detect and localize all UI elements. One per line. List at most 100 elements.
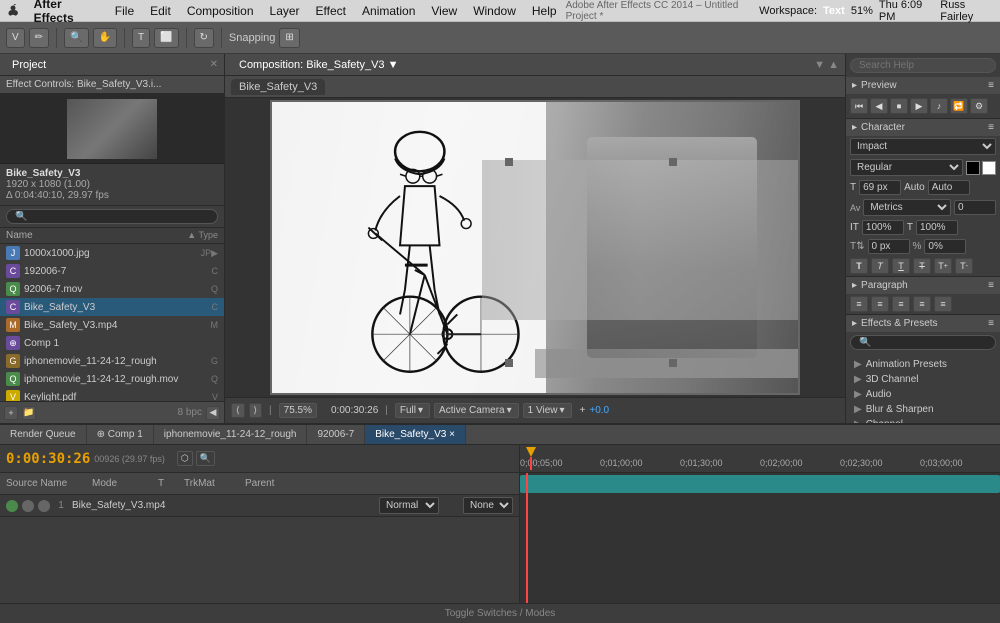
corner-handle-bl[interactable] (505, 359, 513, 367)
fill-color-swatch[interactable] (966, 161, 980, 175)
effects-header[interactable]: ▸ Effects & Presets ≡ (846, 315, 1000, 332)
effects-item[interactable]: ▶ Audio (850, 387, 996, 402)
tracking-select[interactable]: Metrics (863, 199, 951, 216)
list-item[interactable]: C Bike_Safety_V3 C (0, 298, 224, 316)
app-name[interactable]: After Effects (27, 0, 106, 27)
stroke-color-swatch[interactable] (982, 161, 996, 175)
corner-handle-br[interactable] (669, 359, 677, 367)
zoom-display[interactable]: 75.5% (279, 403, 317, 418)
character-header[interactable]: ▸ Character ≡ (846, 119, 1000, 136)
menu-animation[interactable]: Animation (355, 2, 422, 20)
apple-icon[interactable] (6, 3, 21, 19)
layer-solo-switch[interactable] (22, 500, 34, 512)
tl-search-btn[interactable]: 🔍 (196, 451, 215, 466)
layer-trkmat-select[interactable]: None (463, 497, 513, 514)
preview-loop[interactable]: 🔁 (950, 98, 968, 114)
search-help-input[interactable] (850, 58, 996, 73)
camera-dropdown[interactable]: Active Camera ▾ (434, 403, 519, 418)
comp-viewer-tab[interactable]: Bike_Safety_V3 (231, 79, 325, 95)
layer-mode-select[interactable]: Normal (379, 497, 439, 514)
align-right-btn[interactable]: ≡ (892, 296, 910, 312)
menu-layer[interactable]: Layer (263, 2, 307, 20)
list-item[interactable]: C 192006-7 C (0, 262, 224, 280)
timeline-timecode[interactable]: 0:00:30:26 (6, 451, 90, 467)
align-justify-btn[interactable]: ≡ (913, 296, 931, 312)
list-item[interactable]: G iphonemovie_11-24-12_rough G (0, 352, 224, 370)
tab-iphone[interactable]: iphonemovie_11-24-12_rough (154, 425, 308, 444)
tab-comp1[interactable]: ⊕ Comp 1 (87, 425, 154, 444)
menu-composition[interactable]: Composition (180, 2, 261, 20)
view-dropdown[interactable]: 1 View ▾ (523, 403, 572, 418)
track-bar-1[interactable] (520, 475, 1000, 493)
rotate-tool-btn[interactable]: ↻ (194, 28, 214, 48)
corner-handle-tl[interactable] (505, 158, 513, 166)
corner-handle-tr[interactable] (669, 158, 677, 166)
pen-tool-btn[interactable]: ✏ (29, 28, 49, 48)
align-center-btn[interactable]: ≡ (871, 296, 889, 312)
menu-file[interactable]: File (108, 2, 141, 20)
para-menu-icon[interactable]: ≡ (988, 280, 994, 291)
char-menu-icon[interactable]: ≡ (988, 122, 994, 133)
tab-bike-safety[interactable]: Bike_Safety_V3 × (365, 425, 466, 444)
text-tool-btn[interactable]: T (132, 28, 150, 48)
layer-eye-switch[interactable] (6, 500, 18, 512)
hand-tool-btn[interactable]: ✋ (93, 28, 117, 48)
layer-row-1[interactable]: 1 Bike_Safety_V3.mp4 Normal None (0, 495, 519, 517)
preview-settings[interactable]: ⚙ (970, 98, 988, 114)
effects-item[interactable]: ▶ 3D Channel (850, 372, 996, 387)
preview-skip-start[interactable]: ⏮ (850, 98, 868, 114)
preview-stop[interactable]: ⏹ (890, 98, 908, 114)
prev-frame-btn[interactable]: ⟨ (231, 403, 245, 418)
baseline-input[interactable] (868, 239, 910, 254)
bold-btn[interactable]: T (850, 258, 868, 274)
project-panel-close[interactable]: ✕ (210, 59, 218, 70)
preview-audio[interactable]: ♪ (930, 98, 948, 114)
list-item[interactable]: M Bike_Safety_V3.mp4 M (0, 316, 224, 334)
list-item[interactable]: J 1000x1000.jpg JP▶ (0, 244, 224, 262)
superscript-btn[interactable]: T+ (934, 258, 952, 274)
effects-item[interactable]: ▶ Blur & Sharpen (850, 402, 996, 417)
align-left-btn[interactable]: ≡ (850, 296, 868, 312)
paragraph-header[interactable]: ▸ Paragraph ≡ (846, 277, 1000, 294)
tab-92006[interactable]: 92006-7 (307, 425, 365, 444)
tl-tool-btn[interactable]: ⬡ (177, 451, 193, 466)
menu-window[interactable]: Window (466, 2, 523, 20)
select-tool-btn[interactable]: V (6, 28, 25, 48)
preview-play[interactable]: ▶ (910, 98, 928, 114)
list-item[interactable]: Q 92006-7.mov Q (0, 280, 224, 298)
zoom-tool-btn[interactable]: 🔍 (64, 28, 88, 48)
comp-timecode[interactable]: 0:00:30:26 (331, 405, 378, 416)
vertical-scale-input[interactable] (862, 220, 904, 235)
font-size-input[interactable] (859, 180, 901, 195)
folder-btn[interactable]: 📁 (22, 406, 36, 420)
effects-search-input[interactable] (850, 335, 996, 350)
list-item[interactable]: Q iphonemovie_11-24-12_rough.mov Q (0, 370, 224, 388)
preview-prev-frame[interactable]: ◀ (870, 98, 888, 114)
effects-item[interactable]: ▶ Animation Presets (850, 357, 996, 372)
next-frame-btn[interactable]: ⟩ (249, 403, 263, 418)
menu-edit[interactable]: Edit (143, 2, 178, 20)
shape-tool-btn[interactable]: ⬜ (154, 28, 178, 48)
tab-render-queue[interactable]: Render Queue (0, 425, 87, 444)
list-item[interactable]: ⊕ Comp 1 (0, 334, 224, 352)
import-btn[interactable]: + (4, 406, 18, 420)
underline-btn[interactable]: T (892, 258, 910, 274)
align-justify-last-btn[interactable]: ≡ (934, 296, 952, 312)
effects-menu-icon[interactable]: ≡ (988, 318, 994, 329)
comp-header-label[interactable]: Composition: Bike_Safety_V3 ▼ (239, 59, 398, 71)
snapping-toggle-btn[interactable]: ⊞ (279, 28, 299, 48)
quality-dropdown[interactable]: Full ▾ (395, 403, 430, 418)
bottom-arrow-btn[interactable]: ◀ (206, 406, 220, 420)
effects-item[interactable]: ▶ Channel (850, 417, 996, 423)
preview-header[interactable]: ▸ Preview ≡ (846, 77, 1000, 94)
playhead-marker[interactable] (526, 445, 536, 470)
project-search-input[interactable] (6, 209, 218, 224)
font-style-select[interactable]: Regular (850, 159, 963, 176)
leading-input[interactable] (928, 180, 970, 195)
horizontal-scale-input[interactable] (916, 220, 958, 235)
italic-btn[interactable]: T (871, 258, 889, 274)
menu-view[interactable]: View (424, 2, 464, 20)
list-item[interactable]: V Keylight.pdf V (0, 388, 224, 401)
project-tab[interactable]: Project (6, 57, 52, 73)
tracking-value-input[interactable] (954, 200, 996, 215)
